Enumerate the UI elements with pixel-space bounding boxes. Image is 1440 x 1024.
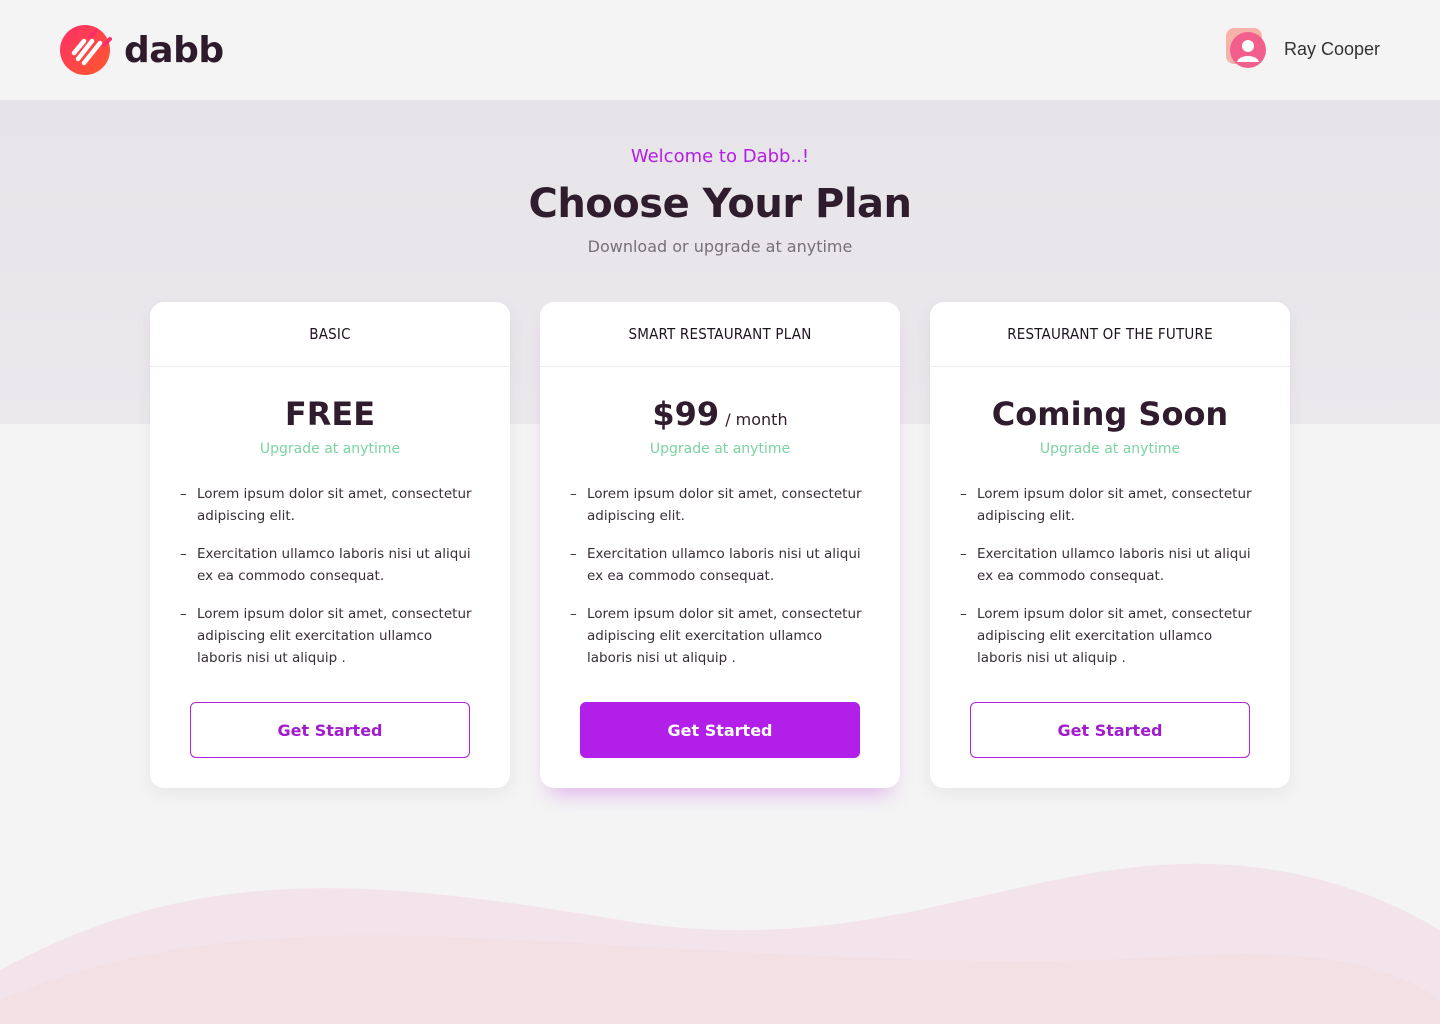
feature-item: – Lorem ipsum dolor sit amet, consectetur… [960, 483, 1260, 527]
user-menu[interactable]: Ray Cooper [1225, 28, 1380, 70]
plan-name: RESTAURANT OF THE FUTURE [930, 302, 1290, 367]
plan-name: SMART RESTAURANT PLAN [540, 302, 900, 367]
feature-item: – Lorem ipsum dolor sit amet, consectetur… [180, 483, 480, 527]
user-avatar-icon [1225, 28, 1266, 68]
dash-bullet-icon: – [180, 606, 187, 622]
dash-bullet-icon: – [570, 486, 577, 502]
dash-bullet-icon: – [960, 546, 967, 562]
dabb-logo-icon [60, 25, 112, 75]
dash-bullet-icon: – [180, 486, 187, 502]
plan-card-basic: BASIC FREE Upgrade at anytime – Lorem ips… [150, 302, 510, 788]
feature-item: – Exercitation ullamco laboris nisi ut al… [180, 543, 480, 587]
dash-bullet-icon: – [960, 606, 967, 622]
upgrade-note: Upgrade at anytime [259, 441, 401, 457]
price-row: Coming Soon [930, 395, 1290, 433]
welcome-text: Welcome to Dabb..! [630, 146, 810, 167]
plan-price: $99 [652, 395, 720, 433]
upgrade-note: Upgrade at anytime [649, 441, 791, 457]
upgrade-note: Upgrade at anytime [1039, 441, 1181, 457]
feature-item: – Exercitation ullamco laboris nisi ut al… [960, 543, 1260, 587]
feature-item: – Lorem ipsum dolor sit amet, consectetur… [570, 603, 870, 669]
dash-bullet-icon: – [180, 546, 187, 562]
feature-list: – Lorem ipsum dolor sit amet, consectetur… [180, 483, 480, 669]
dash-bullet-icon: – [570, 606, 577, 622]
plan-card-restaurant-future: RESTAURANT OF THE FUTURE Coming Soon Upg… [930, 302, 1290, 788]
brand-logo[interactable]: dabb [60, 25, 224, 75]
plan-card-smart-restaurant: SMART RESTAURANT PLAN $99 / month Upgrad… [540, 302, 900, 788]
feature-item: – Lorem ipsum dolor sit amet, consectetur… [960, 603, 1260, 669]
get-started-button[interactable]: Get Started [580, 702, 860, 758]
plan-name: BASIC [150, 302, 510, 367]
price-unit: / month [725, 410, 788, 429]
plan-price: FREE [284, 395, 376, 433]
page-title: Choose Your Plan [528, 181, 912, 227]
page-subtitle: Download or upgrade at anytime [587, 237, 853, 256]
feature-item: – Lorem ipsum dolor sit amet, consectetur… [180, 603, 480, 669]
feature-list: – Lorem ipsum dolor sit amet, consectetur… [960, 483, 1260, 669]
get-started-button[interactable]: Get Started [970, 702, 1250, 758]
plan-price: Coming Soon [991, 395, 1229, 433]
decorative-wave [0, 863, 1440, 1024]
dash-bullet-icon: – [570, 546, 577, 562]
hero: Welcome to Dabb..! Choose Your Plan Down… [0, 146, 1440, 256]
feature-item: – Exercitation ullamco laboris nisi ut al… [570, 543, 870, 587]
dash-bullet-icon: – [960, 486, 967, 502]
feature-item: – Lorem ipsum dolor sit amet, consectetur… [570, 483, 870, 527]
price-row: $99 / month [540, 395, 900, 433]
brand-name: dabb [124, 29, 224, 71]
top-header: dabb Ray Cooper [0, 0, 1440, 100]
pricing-page: dabb Ray Cooper Welcome to Dabb..! Choos… [0, 0, 1440, 1024]
user-name: Ray Cooper [1283, 38, 1380, 59]
price-row: FREE [150, 395, 510, 433]
feature-list: – Lorem ipsum dolor sit amet, consectetur… [570, 483, 870, 669]
get-started-button[interactable]: Get Started [190, 702, 470, 758]
